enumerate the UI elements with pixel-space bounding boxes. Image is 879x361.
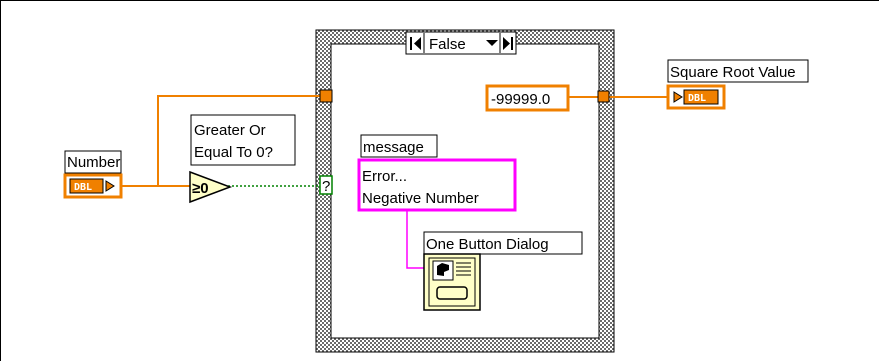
numeric-constant[interactable]: -99999.0 [485,84,570,112]
selector-terminal-glyph: ? [322,178,330,195]
number-type-badge: DBL [74,182,92,193]
case-selector-terminal[interactable]: ? [319,175,333,195]
case-selector[interactable]: False [405,31,517,55]
block-diagram-canvas: False ? Number DBL Greater Or Equal To 0… [63,29,809,353]
comparison-label: Greater Or Equal To 0? [190,114,296,166]
message-line-2: Negative Number [362,190,479,207]
message-label: message [360,134,438,158]
svg-text:Greater Or: Greater Or [194,122,266,139]
input-tunnel[interactable] [319,89,333,103]
svg-text:One Button Dialog: One Button Dialog [426,236,549,253]
one-button-dialog-node[interactable] [423,253,481,311]
svg-text:message: message [363,139,424,156]
output-tunnel[interactable] [597,90,610,103]
square-root-value-indicator[interactable]: Square Root Value DBL [666,59,809,110]
message-line-1: Error... [362,168,407,185]
square-root-type-badge: DBL [688,93,706,104]
dialog-label: One Button Dialog [423,231,583,255]
greater-equal-zero-icon: ≥0 [192,180,209,197]
number-control[interactable]: Number DBL [63,150,123,199]
message-string-constant[interactable]: Error... Negative Number [357,158,517,212]
case-selector-value: False [429,36,466,53]
greater-or-equal-zero-node[interactable]: ≥0 [189,170,233,204]
number-label: Number [67,154,120,171]
square-root-label: Square Root Value [670,64,796,81]
constant-value: -99999.0 [491,91,550,108]
svg-text:Equal To 0?: Equal To 0? [194,144,273,161]
